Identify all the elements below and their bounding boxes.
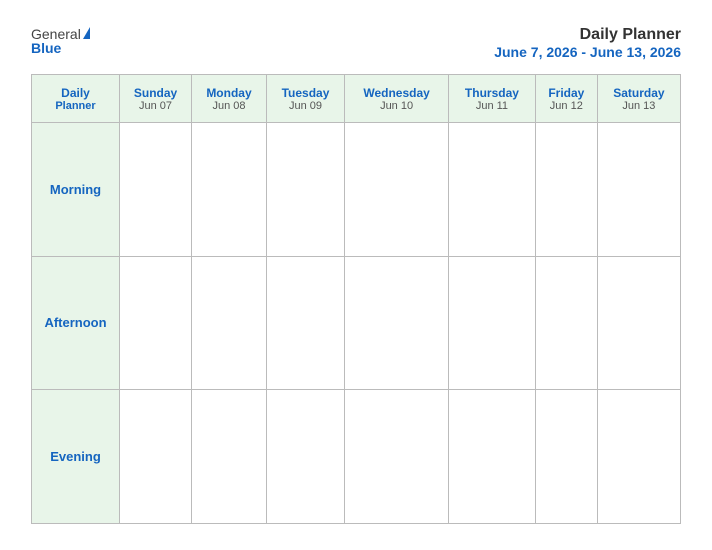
evening-saturday[interactable] [597, 390, 680, 524]
evening-tuesday[interactable] [266, 390, 344, 524]
tuesday-name: Tuesday [271, 86, 340, 100]
col-tuesday: Tuesday Jun 09 [266, 75, 344, 123]
afternoon-row: Afternoon [32, 256, 681, 390]
morning-label: Morning [32, 123, 120, 257]
date-range: June 7, 2026 - June 13, 2026 [494, 44, 681, 60]
evening-wednesday[interactable] [345, 390, 449, 524]
afternoon-wednesday[interactable] [345, 256, 449, 390]
page: General Blue Daily Planner June 7, 2026 … [11, 10, 701, 540]
col-sunday: Sunday Jun 07 [120, 75, 192, 123]
tuesday-date: Jun 09 [271, 100, 340, 112]
friday-date: Jun 12 [540, 100, 593, 112]
daily-planner-header: Daily Planner [32, 75, 120, 123]
morning-saturday[interactable] [597, 123, 680, 257]
wednesday-date: Jun 10 [349, 100, 444, 112]
calendar-table: Daily Planner Sunday Jun 07 Monday Jun 0… [31, 74, 681, 524]
afternoon-saturday[interactable] [597, 256, 680, 390]
col-wednesday: Wednesday Jun 10 [345, 75, 449, 123]
evening-friday[interactable] [535, 390, 597, 524]
afternoon-sunday[interactable] [120, 256, 192, 390]
evening-monday[interactable] [192, 390, 267, 524]
logo-triangle-icon [83, 27, 90, 39]
header-row: Daily Planner Sunday Jun 07 Monday Jun 0… [32, 75, 681, 123]
monday-name: Monday [196, 86, 262, 100]
morning-friday[interactable] [535, 123, 597, 257]
daily-header-sub: Planner [36, 100, 115, 112]
monday-date: Jun 08 [196, 100, 262, 112]
afternoon-friday[interactable] [535, 256, 597, 390]
daily-header-name: Daily [36, 86, 115, 100]
evening-row: Evening [32, 390, 681, 524]
friday-name: Friday [540, 86, 593, 100]
evening-sunday[interactable] [120, 390, 192, 524]
sunday-name: Sunday [124, 86, 187, 100]
logo-area: General Blue [31, 26, 90, 56]
morning-wednesday[interactable] [345, 123, 449, 257]
col-saturday: Saturday Jun 13 [597, 75, 680, 123]
sunday-date: Jun 07 [124, 100, 187, 112]
afternoon-monday[interactable] [192, 256, 267, 390]
saturday-name: Saturday [602, 86, 676, 100]
afternoon-tuesday[interactable] [266, 256, 344, 390]
morning-sunday[interactable] [120, 123, 192, 257]
thursday-date: Jun 11 [453, 100, 531, 112]
header: General Blue Daily Planner June 7, 2026 … [31, 26, 681, 60]
afternoon-thursday[interactable] [449, 256, 536, 390]
title-area: Daily Planner June 7, 2026 - June 13, 20… [494, 26, 681, 60]
col-monday: Monday Jun 08 [192, 75, 267, 123]
saturday-date: Jun 13 [602, 100, 676, 112]
morning-row: Morning [32, 123, 681, 257]
page-title: Daily Planner [494, 26, 681, 44]
wednesday-name: Wednesday [349, 86, 444, 100]
col-friday: Friday Jun 12 [535, 75, 597, 123]
morning-thursday[interactable] [449, 123, 536, 257]
morning-tuesday[interactable] [266, 123, 344, 257]
afternoon-label: Afternoon [32, 256, 120, 390]
evening-thursday[interactable] [449, 390, 536, 524]
col-thursday: Thursday Jun 11 [449, 75, 536, 123]
evening-label: Evening [32, 390, 120, 524]
thursday-name: Thursday [453, 86, 531, 100]
logo-blue: Blue [31, 40, 61, 56]
morning-monday[interactable] [192, 123, 267, 257]
